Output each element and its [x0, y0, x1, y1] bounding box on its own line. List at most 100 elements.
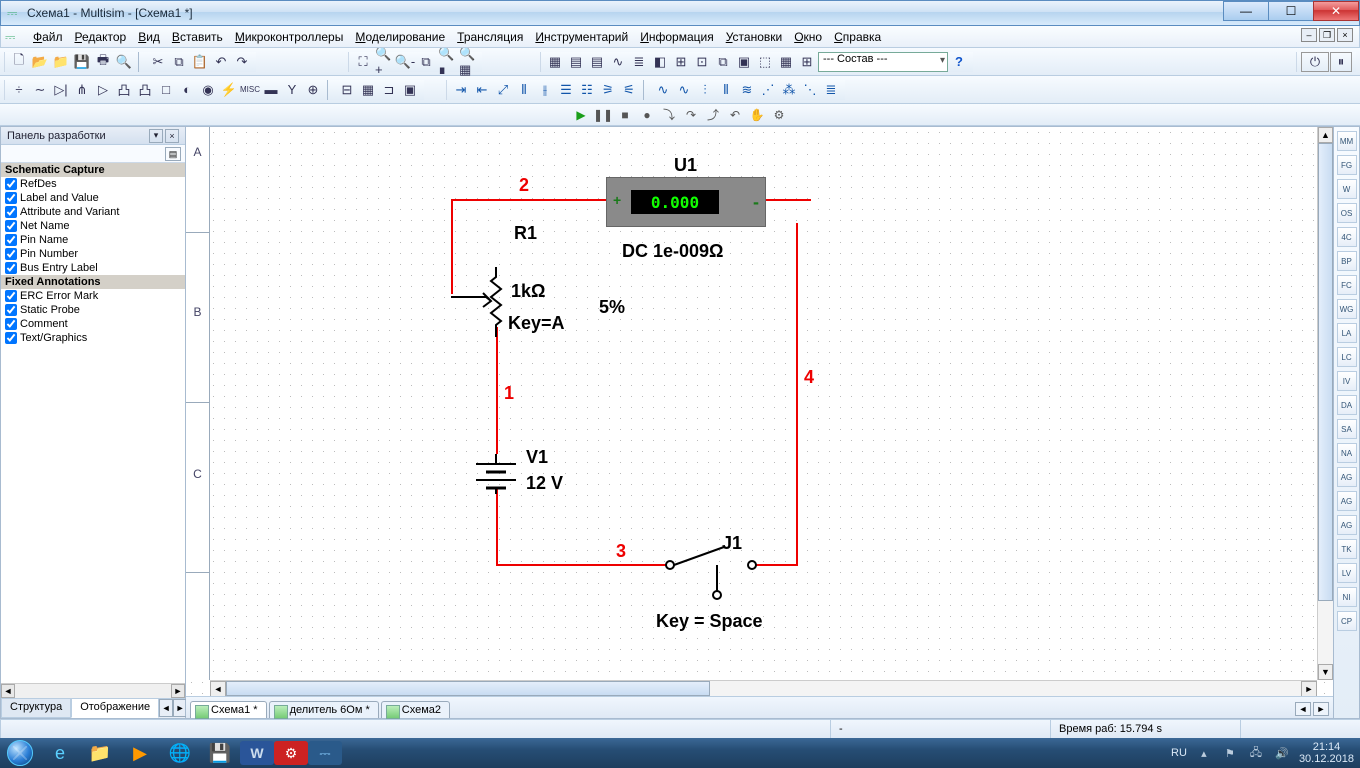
checkbox[interactable]: [5, 178, 17, 190]
sig-5-icon[interactable]: ≋: [737, 80, 757, 100]
tab-structure[interactable]: Структура: [1, 698, 71, 718]
open-icon[interactable]: 📂: [30, 52, 50, 72]
opt-bus-entry-label[interactable]: Bus Entry Label: [1, 261, 185, 275]
cmp-indicator-icon[interactable]: ◉: [198, 80, 218, 100]
checkbox[interactable]: [5, 192, 17, 204]
minimize-button[interactable]: —: [1223, 1, 1269, 21]
instr-dist-icon[interactable]: DA: [1337, 395, 1357, 415]
taskbar-chrome-icon[interactable]: 🌐: [160, 738, 200, 768]
mdi-close-button[interactable]: ×: [1337, 28, 1353, 42]
step-back-icon[interactable]: ↶: [726, 106, 744, 124]
menu-микроконтроллеры[interactable]: Микроконтроллеры: [229, 28, 350, 46]
opt-net-name[interactable]: Net Name: [1, 219, 185, 233]
menu-информация[interactable]: Информация: [634, 28, 719, 46]
panel-scroll-right[interactable]: ►: [171, 684, 185, 698]
ammeter-u1[interactable]: + 0.000 -: [606, 177, 766, 227]
opt-static-probe[interactable]: Static Probe: [1, 303, 185, 317]
cmp-ttl-icon[interactable]: 凸: [114, 80, 134, 100]
menu-инструментарий[interactable]: Инструментарий: [529, 28, 634, 46]
tb-icon-12[interactable]: ▦: [776, 52, 796, 72]
probe-ref-icon[interactable]: ⫲: [535, 80, 555, 100]
panel-dock-icon[interactable]: ▾: [149, 129, 163, 143]
checkbox[interactable]: [5, 234, 17, 246]
opt-attribute-and-variant[interactable]: Attribute and Variant: [1, 205, 185, 219]
probe-i-icon[interactable]: ⇤: [472, 80, 492, 100]
probe-8-icon[interactable]: ⚞: [598, 80, 618, 100]
cmp-nipkg-icon[interactable]: ▦: [358, 80, 378, 100]
menu-файл[interactable]: Файл: [27, 28, 69, 46]
zoom-fit-icon[interactable]: 🔍∎: [437, 52, 457, 72]
tb-icon-3[interactable]: ▤: [587, 52, 607, 72]
checkbox[interactable]: [5, 248, 17, 260]
instr-ag-fgen-icon[interactable]: AG: [1337, 467, 1357, 487]
cmp-misc-digital-icon[interactable]: □: [156, 80, 176, 100]
instr-watt-icon[interactable]: W: [1337, 179, 1357, 199]
sim-settings-icon[interactable]: ⚙: [770, 106, 788, 124]
close-button[interactable]: ✕: [1313, 1, 1359, 21]
cmp-source-icon[interactable]: ÷: [9, 80, 29, 100]
cmp-analog-icon[interactable]: ▷: [93, 80, 113, 100]
copy-icon[interactable]: ⧉: [169, 52, 189, 72]
opt-pin-name[interactable]: Pin Name: [1, 233, 185, 247]
menu-вид[interactable]: Вид: [132, 28, 166, 46]
doctab-schema1[interactable]: Схема1 *: [190, 701, 267, 718]
fullscreen-icon[interactable]: ⛶: [353, 52, 373, 72]
panel-scroll-track[interactable]: [15, 684, 171, 698]
probe-7-icon[interactable]: ☷: [577, 80, 597, 100]
tray-clock[interactable]: 21:14 30.12.2018: [1299, 741, 1354, 765]
cut-icon[interactable]: ✂: [148, 52, 168, 72]
opt-label-and-value[interactable]: Label and Value: [1, 191, 185, 205]
redo-icon[interactable]: ↷: [232, 52, 252, 72]
compose-combo[interactable]: --- Состав ---: [818, 52, 948, 72]
tray-volume-icon[interactable]: 🔊: [1273, 738, 1291, 768]
instr-tek-icon[interactable]: TK: [1337, 539, 1357, 559]
wire-3[interactable]: [496, 564, 666, 566]
hscroll-left[interactable]: ◄: [210, 681, 226, 697]
menu-моделирование[interactable]: Моделирование: [349, 28, 451, 46]
instr-iv-icon[interactable]: IV: [1337, 371, 1357, 391]
cmp-resistor-icon[interactable]: ∼: [30, 80, 50, 100]
opt-text/graphics[interactable]: Text/Graphics: [1, 331, 185, 345]
probe-diff-icon[interactable]: ⫴: [514, 80, 534, 100]
cmp-ladder-icon[interactable]: ⊟: [337, 80, 357, 100]
tb-icon-11[interactable]: ⬚: [755, 52, 775, 72]
checkbox[interactable]: [5, 290, 17, 302]
tray-network-icon[interactable]: 🖧: [1247, 738, 1265, 768]
save-icon[interactable]: 💾: [72, 52, 92, 72]
start-button[interactable]: [0, 738, 40, 768]
tab-display[interactable]: Отображение: [71, 698, 159, 718]
cmp-transistor-icon[interactable]: ⋔: [72, 80, 92, 100]
checkbox[interactable]: [5, 206, 17, 218]
taskbar-media-icon[interactable]: ▶: [120, 738, 160, 768]
tray-overflow-icon[interactable]: ▴: [1195, 738, 1213, 768]
step-into-icon[interactable]: ⤵: [660, 106, 678, 124]
wire-4[interactable]: [796, 223, 798, 564]
taskbar-ie-icon[interactable]: e: [40, 738, 80, 768]
tb-icon-9[interactable]: ⧉: [713, 52, 733, 72]
schematic-canvas[interactable]: A B C 2 1 3 4: [186, 127, 1333, 696]
tb-icon-7[interactable]: ⊞: [671, 52, 691, 72]
cmp-power-icon[interactable]: ⚡: [219, 80, 239, 100]
undo-icon[interactable]: ↶: [211, 52, 231, 72]
stop-button[interactable]: ■: [616, 106, 634, 124]
menu-вставить[interactable]: Вставить: [166, 28, 229, 46]
instr-labview-icon[interactable]: LV: [1337, 563, 1357, 583]
cmp-advanced-icon[interactable]: ▬: [261, 80, 281, 100]
instr-logicconv-icon[interactable]: LC: [1337, 347, 1357, 367]
taskbar-save-icon[interactable]: 💾: [200, 738, 240, 768]
mdi-minimize-button[interactable]: –: [1301, 28, 1317, 42]
panel-close-icon[interactable]: ×: [165, 129, 179, 143]
taskbar-app1-icon[interactable]: ⚙: [274, 741, 308, 765]
instr-freq-icon[interactable]: FC: [1337, 275, 1357, 295]
open-sample-icon[interactable]: 📁: [51, 52, 71, 72]
cmp-rf-icon[interactable]: Y: [282, 80, 302, 100]
canvas-vscroll[interactable]: ▲ ▼: [1317, 127, 1333, 680]
menu-трансляция[interactable]: Трансляция: [451, 28, 529, 46]
tb-icon-1[interactable]: ▦: [545, 52, 565, 72]
j1-symbol[interactable]: [662, 545, 762, 600]
cmp-misc-icon[interactable]: MISC: [240, 80, 260, 100]
instr-bode-icon[interactable]: BP: [1337, 251, 1357, 271]
vscroll-up[interactable]: ▲: [1318, 127, 1333, 143]
opt-comment[interactable]: Comment: [1, 317, 185, 331]
paste-icon[interactable]: 📋: [190, 52, 210, 72]
